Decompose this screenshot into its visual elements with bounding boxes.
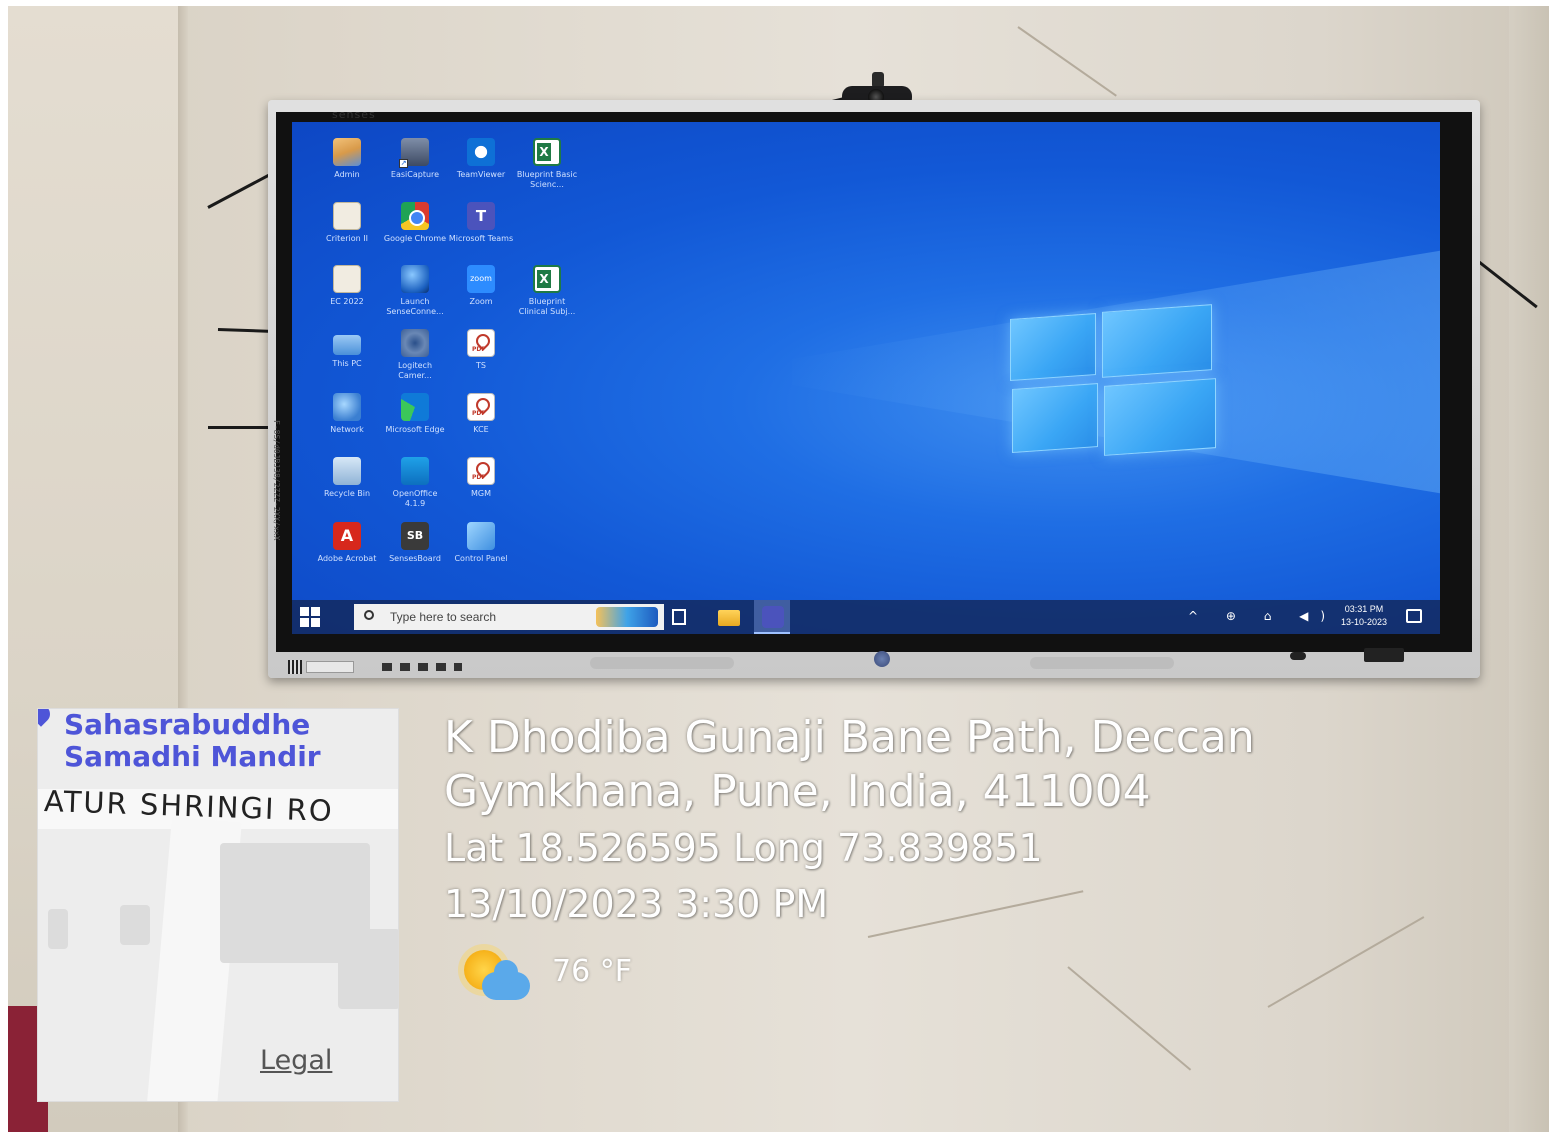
- pc-icon: [333, 335, 361, 355]
- monitor-brand: senses: [332, 108, 376, 121]
- notification-icon[interactable]: [1406, 609, 1422, 623]
- desktop-icon-easicapture[interactable]: ↗ EasiCapture: [382, 138, 448, 180]
- teams-taskbar-icon[interactable]: [762, 606, 784, 628]
- monitor-logo-icon: [874, 651, 890, 667]
- speaker-grille: [1030, 657, 1174, 669]
- openoffice-icon: [401, 457, 429, 485]
- stamp-coordinates: Lat 18.526595 Long 73.839851: [444, 826, 1043, 870]
- desktop-icon-openoffice[interactable]: OpenOffice 4.1.9: [382, 457, 448, 509]
- zoom-icon: zoom: [467, 265, 495, 293]
- task-view-icon[interactable]: [672, 609, 686, 625]
- file-icon: [333, 202, 361, 230]
- taskbar-search[interactable]: Type here to search: [354, 604, 664, 630]
- clock-time: 03:31 PM: [1344, 604, 1384, 614]
- edge-icon: [401, 393, 429, 421]
- chrome-icon: [401, 202, 429, 230]
- location-map: Sahasrabuddhe Samadhi Mandir ATUR SHRING…: [37, 708, 399, 1102]
- wall-crack: [1267, 916, 1425, 1008]
- map-legal-link[interactable]: Legal: [260, 1045, 332, 1076]
- desktop-screen: Admin ↗ EasiCapture TeamViewer Blueprint…: [292, 122, 1440, 634]
- desktop-icon-recycle-bin[interactable]: Recycle Bin: [314, 457, 380, 499]
- camera-icon: ↗: [399, 138, 429, 168]
- usb-port: [1364, 648, 1404, 662]
- qr-code-icon: [288, 660, 302, 674]
- user-icon: [333, 138, 361, 166]
- sensesboard-icon: [401, 522, 429, 550]
- stamp-address-line1: K Dhodiba Gunaji Bane Path, Deccan: [444, 712, 1255, 763]
- desktop-icon-blueprint-basic[interactable]: Blueprint Basic Scienc...: [514, 138, 580, 190]
- recycle-bin-icon: [333, 457, 361, 485]
- desktop-icon-teams[interactable]: Microsoft Teams: [448, 202, 514, 244]
- monitor-side-text: F-8S/d0JBJ38/2ZZZ-2XX/xxX: [272, 420, 281, 541]
- search-highlight-icon: [596, 607, 658, 627]
- desktop-icon-logitech[interactable]: Logitech Camer...: [382, 329, 448, 381]
- desktop-icon-criterion[interactable]: Criterion II: [314, 202, 380, 244]
- desktop-icon-ts[interactable]: TS: [448, 329, 514, 371]
- system-tray[interactable]: ^ ⊕ ⌂ ◀): [1188, 609, 1337, 623]
- map-building: [338, 929, 398, 1009]
- windows-logo-icon: [1010, 302, 1220, 467]
- control-panel-icon: [467, 522, 495, 550]
- map-building: [120, 905, 150, 945]
- excel-icon: [533, 138, 561, 166]
- stamp-temperature: 76 °F: [552, 954, 632, 989]
- wall-crack: [867, 890, 1084, 938]
- map-building: [48, 909, 68, 949]
- start-button[interactable]: [300, 607, 320, 627]
- desktop-icon-mgm[interactable]: MGM: [448, 457, 514, 499]
- taskbar-clock[interactable]: 03:31 PM 13-10-2023: [1334, 603, 1394, 629]
- pdf-icon: [467, 329, 495, 357]
- file-explorer-icon[interactable]: [718, 610, 740, 626]
- wall-right: [1509, 6, 1549, 1132]
- map-pin-icon: [38, 709, 54, 727]
- desktop-icon-zoom[interactable]: zoom Zoom: [448, 265, 514, 307]
- teams-icon: [467, 202, 495, 230]
- desktop-icon-senseconnect[interactable]: Launch SenseConne...: [382, 265, 448, 317]
- desktop-icon-control-panel[interactable]: Control Panel: [448, 522, 514, 564]
- file-icon: [333, 265, 361, 293]
- desktop-icon-teamviewer[interactable]: TeamViewer: [448, 138, 514, 180]
- search-placeholder: Type here to search: [390, 610, 497, 624]
- desktop-icon-sensesboard[interactable]: SensesBoard: [382, 522, 448, 564]
- webcam-icon: [401, 329, 429, 357]
- desktop-icon-edge[interactable]: Microsoft Edge: [382, 393, 448, 435]
- excel-icon: [533, 265, 561, 293]
- pdf-icon: [467, 393, 495, 421]
- desktop-icon-ec2022[interactable]: EC 2022: [314, 265, 380, 307]
- wall-crack: [1067, 966, 1192, 1071]
- power-button[interactable]: [1290, 652, 1306, 660]
- desktop-icon-this-pc[interactable]: This PC: [314, 329, 380, 369]
- bezel-sticker: [306, 661, 354, 673]
- desktop-icon-network[interactable]: Network: [314, 393, 380, 435]
- pdf-icon: [467, 457, 495, 485]
- partly-sunny-icon: [456, 944, 536, 1008]
- map-place-name: Sahasrabuddhe Samadhi Mandir: [64, 708, 321, 773]
- desktop-icon-kce[interactable]: KCE: [448, 393, 514, 435]
- bezel-buttons[interactable]: [382, 663, 462, 671]
- search-icon: [364, 610, 374, 620]
- desktop-icon-chrome[interactable]: Google Chrome: [382, 202, 448, 244]
- desktop-icon-admin[interactable]: Admin: [314, 138, 380, 180]
- orb-icon: [401, 265, 429, 293]
- speaker-grille: [590, 657, 734, 669]
- stamp-address-line2: Gymkhana, Pune, India, 411004: [444, 766, 1151, 817]
- taskbar: Type here to search ^ ⊕ ⌂ ◀) 03:31 PM 13…: [292, 600, 1440, 634]
- stamp-datetime: 13/10/2023 3:30 PM: [444, 882, 829, 926]
- network-icon: [333, 393, 361, 421]
- desktop-icon-acrobat[interactable]: Adobe Acrobat: [314, 522, 380, 564]
- acrobat-icon: [333, 522, 361, 550]
- wall-crack: [1017, 26, 1117, 97]
- teamviewer-icon: [467, 138, 495, 166]
- clock-date: 13-10-2023: [1340, 617, 1388, 627]
- desktop-icon-blueprint-clinical[interactable]: Blueprint Clinical Subj...: [514, 265, 580, 317]
